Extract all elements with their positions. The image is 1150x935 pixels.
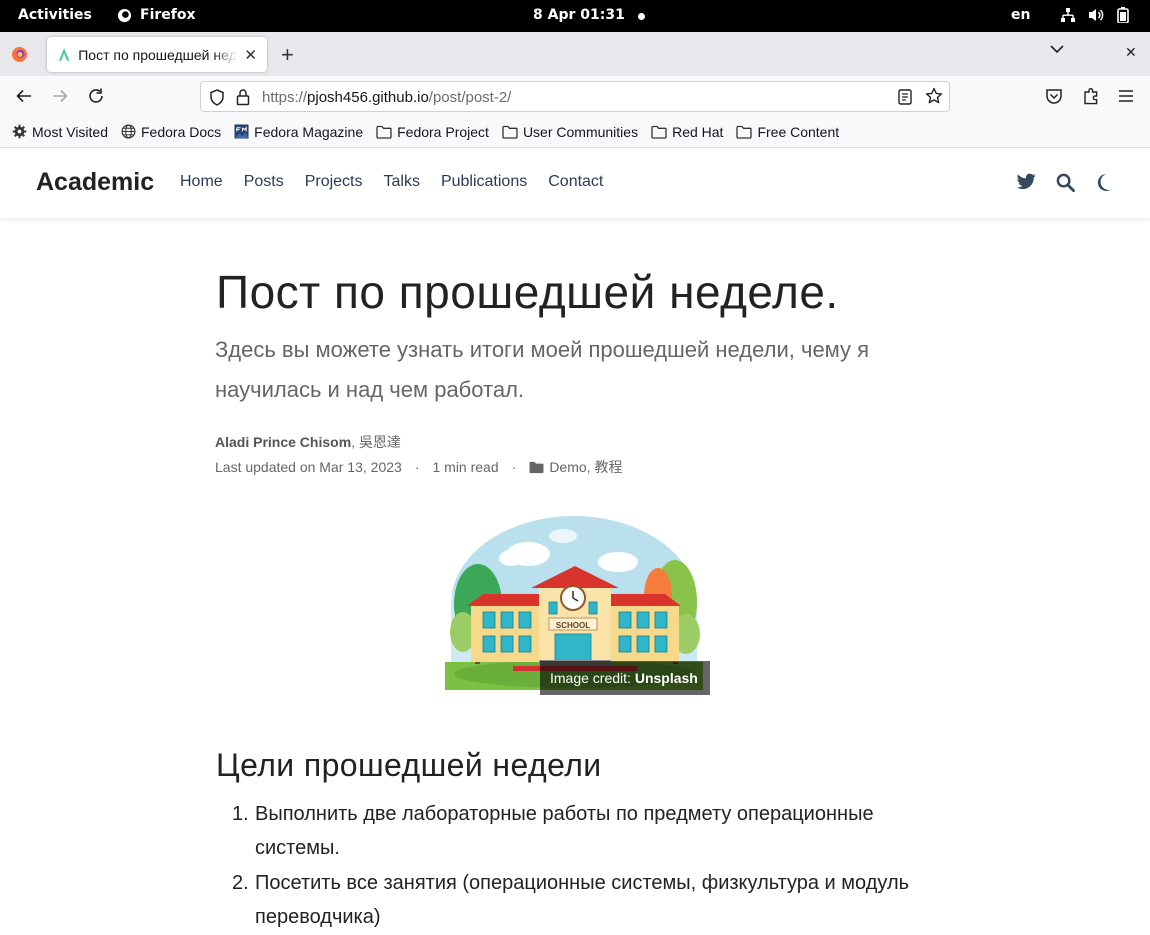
folder-icon xyxy=(651,125,667,139)
chevron-down-icon[interactable] xyxy=(1050,44,1064,54)
post-authors: Aladi Prince Chisom, 吳恩達 xyxy=(215,432,401,452)
nav-home[interactable]: Home xyxy=(180,173,223,191)
folder-icon xyxy=(529,461,544,473)
bookmark-star-icon[interactable] xyxy=(925,87,943,105)
back-arrow-icon[interactable] xyxy=(15,87,33,105)
list-item: 1. Выполнить две лабораторные работы по … xyxy=(216,797,936,865)
twitter-icon[interactable] xyxy=(1017,173,1036,190)
author-primary[interactable]: Aladi Prince Chisom xyxy=(215,434,351,450)
bookmark-most-visited[interactable]: Most Visited xyxy=(12,124,108,140)
notification-dot xyxy=(638,13,645,20)
category-separator: , xyxy=(586,459,595,475)
new-tab-button[interactable]: + xyxy=(281,42,294,68)
list-item-number: 1. xyxy=(232,803,249,825)
reader-view-icon[interactable] xyxy=(898,89,912,105)
read-time: 1 min read xyxy=(432,459,499,475)
image-credit: Image credit: Unsplash xyxy=(540,661,710,695)
activities-button[interactable]: Activities xyxy=(18,7,92,23)
post-title: Пост по прошедшей неделе. xyxy=(216,266,839,318)
tab-close-icon[interactable]: ✕ xyxy=(244,46,257,64)
last-updated: Last updated on Mar 13, 2023 xyxy=(215,459,402,475)
site-navbar: Academic Home Posts Projects Talks Publi… xyxy=(0,148,1150,218)
goals-list: 1. Выполнить две лабораторные работы по … xyxy=(216,797,936,935)
bookmark-fedora-project[interactable]: Fedora Project xyxy=(376,124,489,140)
bookmark-label: Fedora Magazine xyxy=(254,123,364,140)
bookmark-fedora-docs[interactable]: Fedora Docs xyxy=(121,124,221,140)
bookmark-label: Most Visited xyxy=(32,123,108,140)
author-separator: , xyxy=(351,434,359,450)
clock[interactable]: 8 Apr 01:31 xyxy=(533,7,625,23)
bookmark-label: User Communities xyxy=(522,123,639,140)
category-tutorial[interactable]: 教程 xyxy=(594,457,622,477)
site-favicon-icon xyxy=(58,48,70,61)
battery-icon xyxy=(1117,7,1129,23)
meta-separator: · xyxy=(414,459,420,475)
firefox-view-icon[interactable] xyxy=(11,46,28,63)
bookmark-user-communities[interactable]: User Communities xyxy=(502,124,638,140)
nav-publications[interactable]: Publications xyxy=(441,173,527,191)
app-name: Firefox xyxy=(140,7,196,23)
bookmark-label: Free Content xyxy=(757,123,840,140)
system-tray[interactable] xyxy=(1060,7,1129,23)
url-host: pjosh456.github.io xyxy=(307,89,429,106)
bookmark-label: Red Hat xyxy=(672,123,724,140)
extensions-icon[interactable] xyxy=(1082,87,1100,105)
category-demo[interactable]: Demo xyxy=(549,459,586,475)
firefox-app-icon xyxy=(117,8,132,22)
lock-icon[interactable] xyxy=(236,88,250,106)
bookmark-fedora-magazine[interactable]: Fedora Magazine xyxy=(234,124,363,140)
school-sign-text: SCHOOL xyxy=(556,621,590,630)
post-subtitle: Здесь вы можете узнать итоги моей прошед… xyxy=(215,337,870,402)
url-text[interactable]: https://pjosh456.github.io/post/post-2/ xyxy=(262,89,511,106)
url-scheme: https:// xyxy=(262,89,308,106)
gear-icon xyxy=(12,124,27,139)
list-item-text: Посетить все занятия (операционные систе… xyxy=(255,872,910,928)
forward-arrow-icon[interactable] xyxy=(51,87,69,105)
post-meta: Last updated on Mar 13, 2023 · 1 min rea… xyxy=(215,457,622,477)
hamburger-menu-icon[interactable] xyxy=(1117,87,1135,105)
globe-icon xyxy=(121,124,136,139)
bookmarks-toolbar: Most Visited Fedora Docs Fedora Magazine… xyxy=(0,116,1150,148)
url-path: /post/post-2/ xyxy=(428,89,512,106)
search-icon[interactable] xyxy=(1056,173,1075,192)
tab-title: Пост по прошедшей неделе. xyxy=(78,46,237,63)
tracking-protection-shield-icon[interactable] xyxy=(209,89,225,106)
site-actions xyxy=(1017,173,1112,192)
bookmark-red-hat[interactable]: Red Hat xyxy=(651,124,723,140)
bookmark-label: Fedora Docs xyxy=(141,123,222,140)
site-brand[interactable]: Academic xyxy=(36,168,154,197)
list-item-text: Выполнить две лабораторные работы по пре… xyxy=(255,803,874,859)
bookmark-free-content[interactable]: Free Content xyxy=(736,124,839,140)
nav-contact[interactable]: Contact xyxy=(548,173,603,191)
app-menu[interactable]: Firefox xyxy=(117,7,196,23)
list-item: 2. Посетить все занятия (операционные си… xyxy=(216,866,936,934)
site-menu: Home Posts Projects Talks Publications C… xyxy=(180,173,603,191)
folder-icon xyxy=(736,125,753,139)
nav-posts[interactable]: Posts xyxy=(244,173,284,191)
network-icon xyxy=(1061,8,1075,22)
nav-projects[interactable]: Projects xyxy=(305,173,363,191)
folder-icon xyxy=(502,125,518,139)
url-bar[interactable]: https://pjosh456.github.io/post/post-2/ xyxy=(200,81,950,112)
system-top-bar: Activities Firefox 8 Apr 01:31 en xyxy=(0,0,1150,32)
list-item-number: 2. xyxy=(232,872,249,894)
dark-mode-moon-icon[interactable] xyxy=(1095,173,1112,192)
pocket-icon[interactable] xyxy=(1045,87,1063,105)
author-secondary[interactable]: 吳恩達 xyxy=(359,434,401,450)
credit-link-unsplash[interactable]: Unsplash xyxy=(635,670,698,686)
bookmark-label: Fedora Project xyxy=(397,123,489,140)
volume-icon xyxy=(1089,9,1104,21)
tab-active[interactable]: Пост по прошедшей неделе. ✕ xyxy=(47,37,267,72)
meta-separator: · xyxy=(511,459,517,475)
nav-talks[interactable]: Talks xyxy=(384,173,420,191)
reload-icon[interactable] xyxy=(87,87,105,105)
window-close-button[interactable]: ✕ xyxy=(1125,44,1137,61)
section-heading: Цели прошедшей недели xyxy=(216,747,602,783)
folder-icon xyxy=(376,125,392,139)
credit-prefix: Image credit: xyxy=(550,670,635,686)
language-indicator[interactable]: en xyxy=(1011,7,1030,23)
fedora-magazine-icon xyxy=(234,124,249,139)
